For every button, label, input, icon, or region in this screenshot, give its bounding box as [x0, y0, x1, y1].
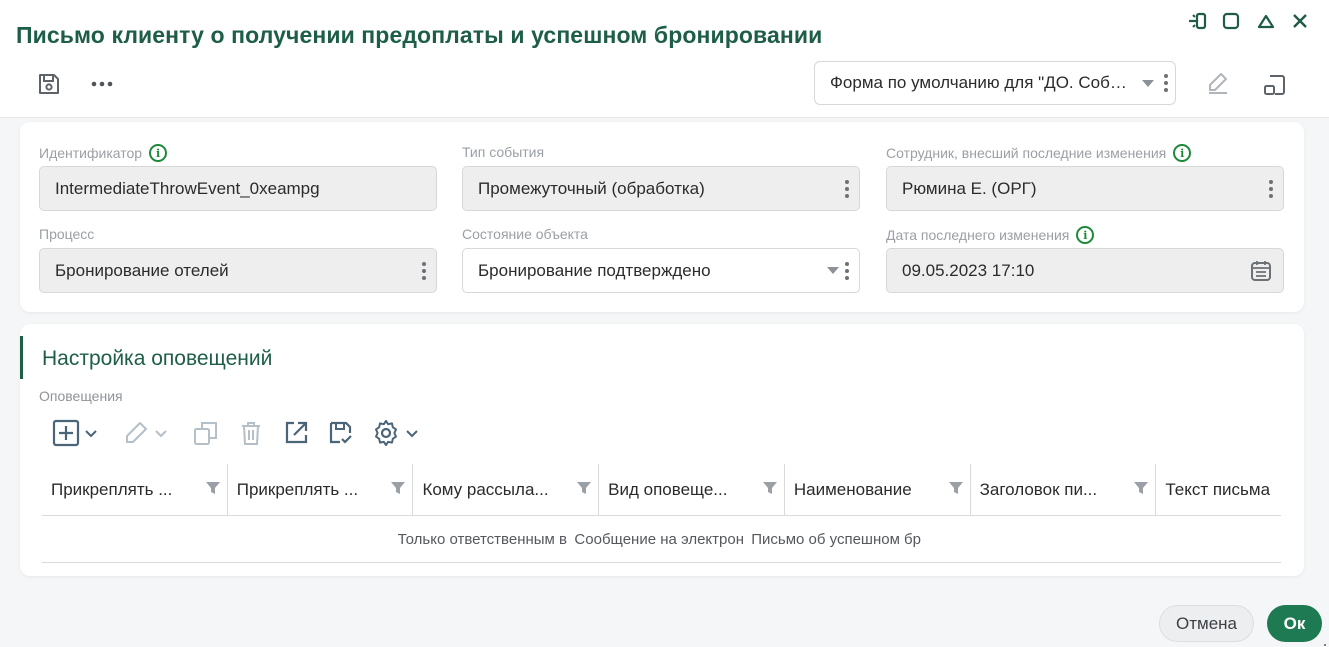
identifier-field[interactable]: IntermediateThrowEvent_0xeampg [39, 166, 437, 211]
filter-icon [762, 482, 777, 494]
column-header[interactable]: Прикреплять ... [228, 464, 414, 516]
trash-icon [242, 422, 260, 445]
add-button[interactable] [52, 416, 99, 450]
settings-button[interactable] [371, 416, 420, 450]
section-title: Настройка оповещений [42, 347, 273, 370]
kebab-icon[interactable] [845, 179, 849, 198]
chevron-down-icon[interactable] [827, 267, 839, 274]
table-cell [1104, 516, 1281, 562]
table-label: Оповещения [39, 388, 123, 404]
table-cell [927, 516, 1104, 562]
table-row[interactable]: Только ответственным в Сообщение на элек… [42, 516, 1281, 563]
column-header[interactable]: Кому рассыла... [413, 464, 600, 516]
edit-button[interactable] [122, 416, 169, 450]
form-select-value: Форма по умолчанию для "ДО. Событие проц… [830, 73, 1136, 92]
table-cell [42, 516, 219, 562]
info-icon[interactable]: i [1173, 144, 1192, 162]
identifier-label: Идентификатор i [39, 144, 168, 162]
column-header[interactable]: Прикреплять ... [42, 464, 228, 516]
copy-button[interactable] [192, 416, 220, 450]
column-header[interactable]: Вид оповеще... [599, 464, 785, 516]
save-view-button[interactable] [327, 416, 355, 450]
save-icon[interactable] [35, 70, 63, 98]
calendar-icon[interactable] [1249, 249, 1273, 292]
open-external-button[interactable] [282, 416, 310, 450]
more-icon[interactable] [88, 70, 116, 98]
info-icon[interactable]: i [149, 144, 168, 162]
close-icon[interactable] [1289, 10, 1311, 32]
ok-button[interactable]: Ок [1267, 605, 1322, 642]
copy-icon [194, 422, 217, 445]
collapse-icon[interactable] [1255, 10, 1277, 32]
kebab-icon[interactable] [1164, 74, 1168, 92]
resize-grip-icon[interactable] [1317, 638, 1327, 646]
table-cell: Только ответственным в [397, 530, 567, 548]
notifications-card: Настройка оповещений Оповещения Прикрепл… [20, 324, 1304, 576]
notifications-table: Прикреплять ... Прикреплять ... Кому рас… [42, 464, 1281, 564]
layout-icon[interactable] [1261, 71, 1289, 99]
delete-button[interactable] [237, 416, 265, 450]
save-check-icon [329, 421, 352, 444]
properties-card: Идентификатор i IntermediateThrowEvent_0… [20, 122, 1304, 312]
section-accent [20, 336, 23, 379]
table-cell: Сообщение на электрон [574, 530, 744, 548]
chevron-down-icon [85, 430, 97, 438]
last-editor-label: Сотрудник, внесший последние изменения i [886, 144, 1192, 162]
column-header[interactable]: Текст письма [1156, 464, 1281, 516]
kebab-icon[interactable] [422, 261, 426, 280]
maximize-icon[interactable] [1220, 10, 1242, 32]
chevron-down-icon [406, 430, 418, 438]
form-select[interactable]: Форма по умолчанию для "ДО. Событие проц… [814, 61, 1176, 105]
process-label: Процесс [39, 226, 95, 242]
gear-icon [375, 420, 397, 446]
object-state-label: Состояние объекта [462, 226, 588, 242]
dialog-title: Письмо клиенту о получении предоплаты и … [16, 22, 823, 48]
object-state-select[interactable]: Бронирование подтверждено [462, 248, 860, 293]
chevron-down-icon [155, 430, 167, 438]
last-modified-field[interactable]: 09.05.2023 17:10 [886, 248, 1284, 293]
edit-icon [126, 422, 147, 443]
cancel-button[interactable]: Отмена [1159, 605, 1254, 642]
column-header[interactable]: Наименование [785, 464, 971, 516]
info-icon[interactable]: i [1076, 226, 1095, 244]
filter-icon [948, 482, 963, 494]
pin-icon[interactable] [1186, 10, 1208, 32]
column-header[interactable]: Заголовок пи... [971, 464, 1157, 516]
filter-icon [577, 482, 592, 494]
event-type-field[interactable]: Промежуточный (обработка) [462, 166, 860, 211]
event-type-label: Тип события [462, 144, 545, 160]
edit-form-icon[interactable] [1204, 69, 1232, 97]
last-modified-label: Дата последнего изменения i [886, 226, 1095, 244]
table-header: Прикреплять ... Прикреплять ... Кому рас… [42, 464, 1281, 516]
filter-icon [391, 482, 406, 494]
kebab-icon[interactable] [1269, 179, 1273, 198]
chevron-down-icon[interactable] [1142, 79, 1154, 87]
add-icon [52, 419, 80, 447]
external-link-icon [285, 421, 308, 444]
filter-icon [205, 482, 220, 494]
filter-icon [1134, 482, 1149, 494]
table-cell: Письмо об успешном бр [751, 530, 921, 548]
dialog-header: Письмо клиенту о получении предоплаты и … [0, 0, 1329, 118]
process-field[interactable]: Бронирование отелей [39, 248, 437, 293]
last-editor-field[interactable]: Рюмина Е. (ОРГ) [886, 166, 1284, 211]
kebab-icon[interactable] [845, 261, 849, 280]
table-cell [219, 516, 396, 562]
